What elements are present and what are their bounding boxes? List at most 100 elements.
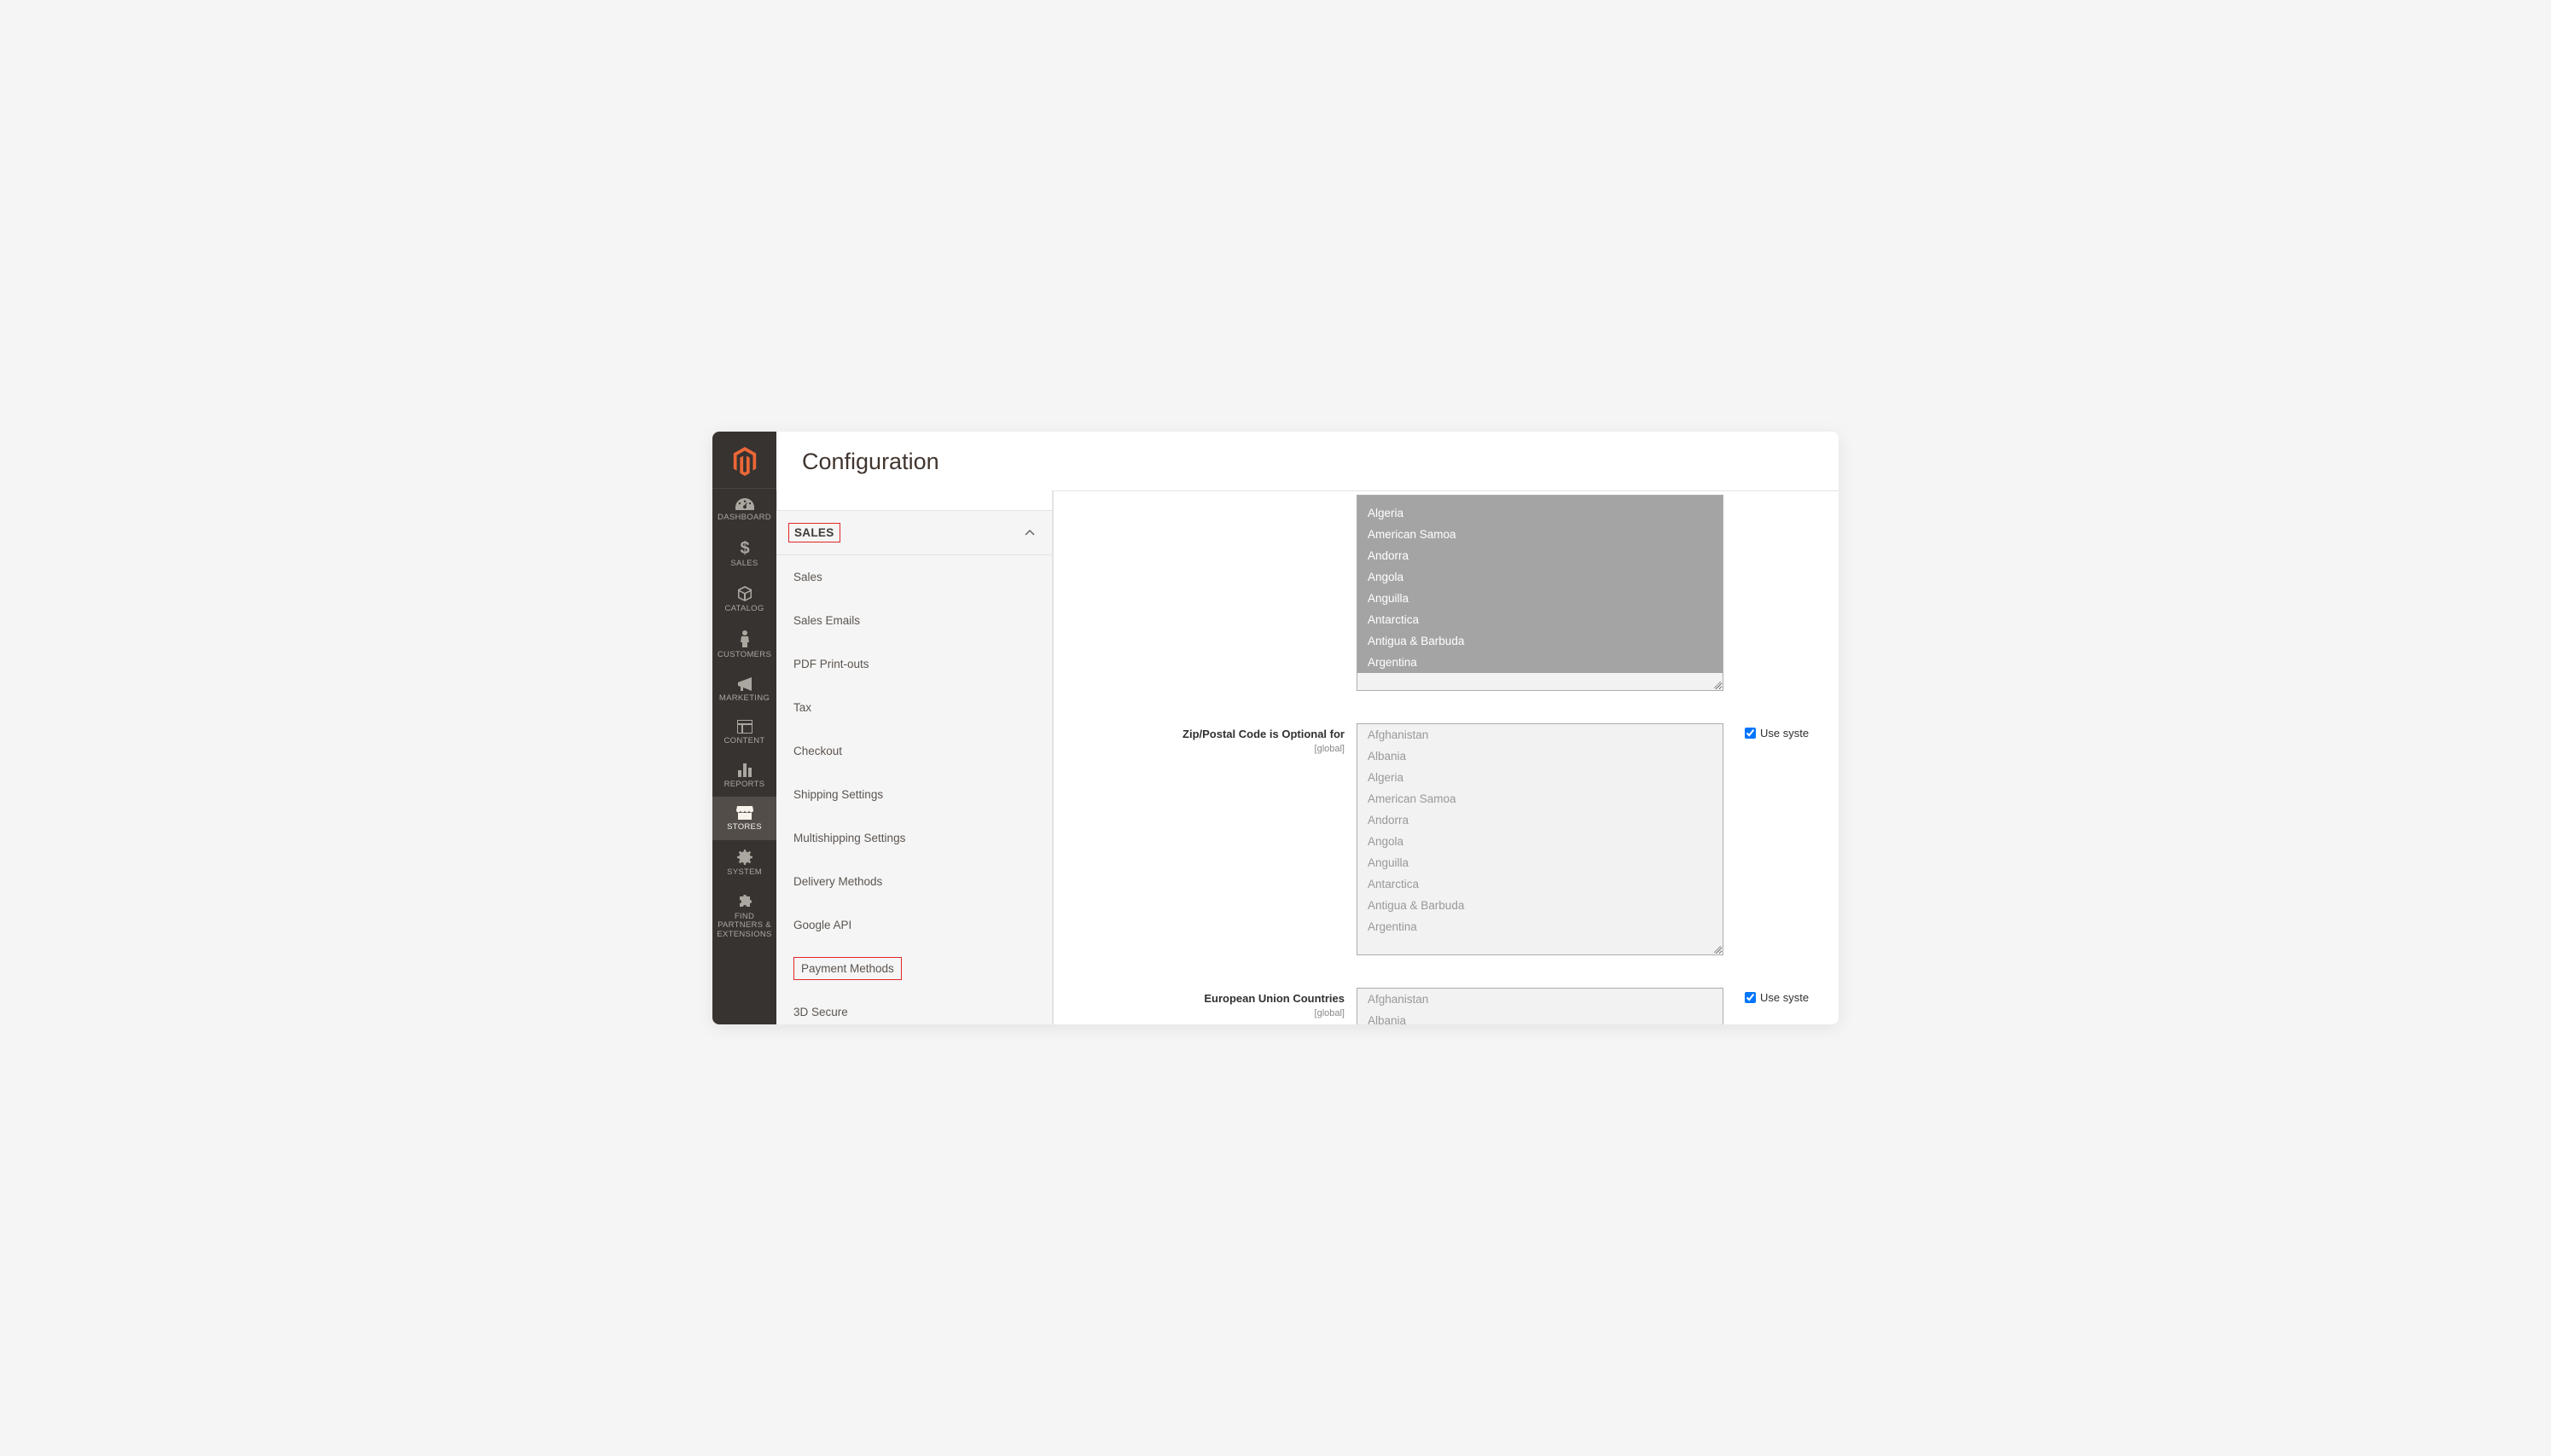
person-icon — [740, 630, 750, 647]
config-item-tax[interactable]: Tax — [776, 686, 1052, 729]
multiselect-option[interactable]: Anguilla — [1357, 852, 1723, 873]
config-item-google-api[interactable]: Google API — [776, 903, 1052, 947]
svg-text:$: $ — [740, 539, 749, 556]
multiselect-option[interactable]: Albania — [1357, 1010, 1723, 1024]
magento-logo[interactable] — [712, 432, 776, 489]
nav-label: FIND PARTNERS & EXTENSIONS — [712, 913, 776, 939]
multiselect-option[interactable]: Andorra — [1357, 545, 1723, 566]
dollar-icon: $ — [739, 539, 751, 556]
multiselect-option[interactable]: Anguilla — [1357, 588, 1723, 609]
config-sidebar: SALES Sales Sales Emails PDF Print-outs … — [776, 490, 1054, 1024]
config-item-3d-secure[interactable]: 3D Secure — [776, 990, 1052, 1024]
multiselect-option[interactable]: Antarctica — [1357, 609, 1723, 630]
gear-icon — [737, 850, 753, 865]
checkbox-label: Use syste — [1760, 727, 1809, 740]
chevron-up-icon — [1025, 525, 1035, 541]
content-area: SALES Sales Sales Emails PDF Print-outs … — [776, 490, 1839, 1024]
multiselect-option[interactable]: Antigua & Barbuda — [1357, 630, 1723, 652]
multiselect-option[interactable]: Argentina — [1357, 916, 1723, 937]
nav-partners[interactable]: FIND PARTNERS & EXTENSIONS — [712, 885, 776, 947]
form-control-col: Algeria American Samoa Andorra Angola An… — [1357, 495, 1728, 691]
nav-label: CATALOG — [721, 605, 767, 613]
megaphone-icon — [736, 677, 753, 691]
multiselect-option[interactable]: Antigua & Barbuda — [1357, 895, 1723, 916]
multiselect-option[interactable]: Andorra — [1357, 809, 1723, 831]
form-control-col: Afghanistan Albania Algeria American Sam… — [1357, 723, 1728, 955]
use-system-checkbox-wrap[interactable]: Use syste — [1745, 727, 1822, 740]
multiselect-option[interactable]: Afghanistan — [1357, 989, 1723, 1010]
multiselect-option[interactable]: American Samoa — [1357, 524, 1723, 545]
nav-label: MARKETING — [716, 694, 773, 703]
nav-label: STORES — [723, 823, 765, 832]
zip-optional-multiselect[interactable]: Afghanistan Albania Algeria American Sam… — [1357, 723, 1723, 955]
form-row-eu: European Union Countries [global] Afghan… — [1054, 984, 1839, 1024]
page-header: Configuration — [776, 432, 1839, 490]
use-system-checkbox[interactable] — [1745, 992, 1756, 1003]
page-title: Configuration — [802, 449, 1813, 475]
form-scope: [global] — [1054, 744, 1345, 754]
countries-multiselect-1[interactable]: Algeria American Samoa Andorra Angola An… — [1357, 495, 1723, 691]
nav-label: CONTENT — [720, 737, 768, 745]
config-item-sales-emails[interactable]: Sales Emails — [776, 599, 1052, 642]
form-checkbox-col: Use syste — [1728, 723, 1822, 955]
nav-sales[interactable]: $ SALES — [712, 530, 776, 576]
multiselect-option[interactable]: Angola — [1357, 831, 1723, 852]
resize-handle[interactable] — [1711, 678, 1723, 690]
form-scope: [global] — [1054, 1008, 1345, 1018]
multiselect-option[interactable]: Antarctica — [1357, 873, 1723, 895]
nav-customers[interactable]: CUSTOMERS — [712, 621, 776, 667]
config-item-multishipping[interactable]: Multishipping Settings — [776, 816, 1052, 860]
store-icon — [736, 806, 753, 820]
form-label-zip: Zip/Postal Code is Optional for — [1183, 728, 1345, 740]
multiselect-option[interactable]: Argentina — [1357, 652, 1723, 673]
nav-reports[interactable]: REPORTS — [712, 754, 776, 797]
config-item-shipping[interactable]: Shipping Settings — [776, 773, 1052, 816]
admin-window: DASHBOARD $ SALES CATALOG CUSTOMERS MARK… — [712, 432, 1839, 1024]
use-system-checkbox[interactable] — [1745, 728, 1756, 739]
config-item-payment-methods[interactable]: Payment Methods — [793, 957, 902, 980]
form-row-zip: Zip/Postal Code is Optional for [global]… — [1054, 720, 1839, 959]
nav-label: SALES — [727, 560, 761, 568]
multiselect-option[interactable]: Afghanistan — [1357, 724, 1723, 745]
nav-label: SYSTEM — [723, 868, 765, 877]
form-label-col — [1054, 495, 1357, 691]
use-system-checkbox-wrap[interactable]: Use syste — [1745, 991, 1822, 1004]
eu-countries-multiselect[interactable]: Afghanistan Albania Algeria — [1357, 988, 1723, 1024]
form-area: Algeria American Samoa Andorra Angola An… — [1054, 490, 1839, 1024]
dashboard-icon — [735, 498, 754, 510]
resize-handle[interactable] — [1711, 943, 1723, 954]
puzzle-icon — [737, 894, 753, 909]
multiselect-option[interactable]: Algeria — [1357, 767, 1723, 788]
form-checkbox-col — [1728, 495, 1822, 691]
config-item-pdf[interactable]: PDF Print-outs — [776, 642, 1052, 686]
nav-dashboard[interactable]: DASHBOARD — [712, 489, 776, 530]
form-row-top: Algeria American Samoa Andorra Angola An… — [1054, 491, 1839, 694]
nav-marketing[interactable]: MARKETING — [712, 668, 776, 711]
config-item-sales[interactable]: Sales — [776, 555, 1052, 599]
form-checkbox-col: Use syste — [1728, 988, 1822, 1024]
form-label-col: Zip/Postal Code is Optional for [global] — [1054, 723, 1357, 955]
multiselect-option[interactable]: Algeria — [1357, 502, 1723, 524]
checkbox-label: Use syste — [1760, 991, 1809, 1004]
nav-stores[interactable]: STORES — [712, 797, 776, 839]
config-item-checkout[interactable]: Checkout — [776, 729, 1052, 773]
magento-logo-icon — [730, 447, 759, 476]
multiselect-option[interactable] — [1357, 496, 1723, 502]
nav-catalog[interactable]: CATALOG — [712, 577, 776, 621]
multiselect-option[interactable]: American Samoa — [1357, 788, 1723, 809]
config-section-sales-header[interactable]: SALES — [776, 510, 1053, 555]
main-content: Configuration SALES Sales Sales Emails P… — [776, 432, 1839, 1024]
nav-system[interactable]: SYSTEM — [712, 840, 776, 885]
config-section-title: SALES — [788, 523, 840, 542]
form-label-col: European Union Countries [global] — [1054, 988, 1357, 1024]
layout-icon — [737, 720, 753, 734]
form-control-col: Afghanistan Albania Algeria — [1357, 988, 1728, 1024]
multiselect-option[interactable]: Angola — [1357, 566, 1723, 588]
config-item-delivery[interactable]: Delivery Methods — [776, 860, 1052, 903]
nav-content[interactable]: CONTENT — [712, 711, 776, 753]
multiselect-option[interactable]: Albania — [1357, 745, 1723, 767]
config-items-list: Sales Sales Emails PDF Print-outs Tax Ch… — [776, 555, 1053, 1024]
nav-label: CUSTOMERS — [714, 651, 775, 659]
nav-label: REPORTS — [721, 780, 769, 789]
cube-icon — [737, 586, 753, 601]
